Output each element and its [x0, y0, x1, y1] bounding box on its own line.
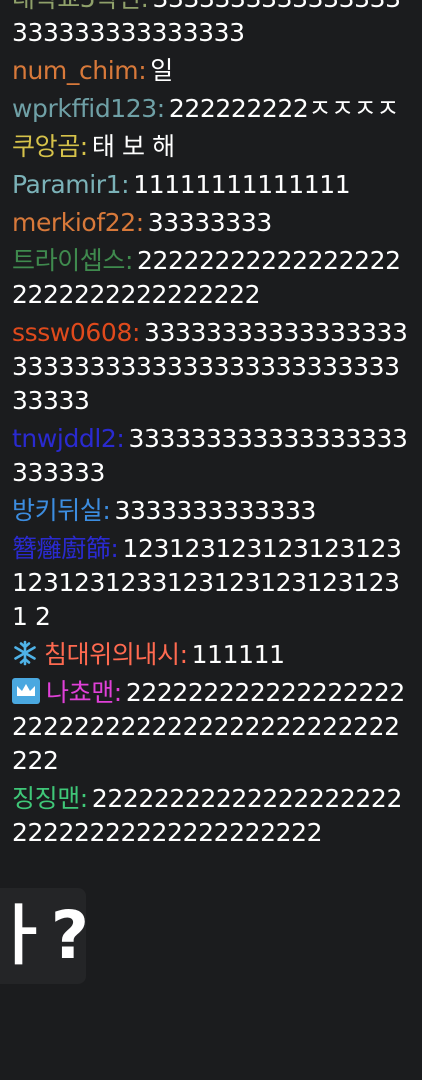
reaction-overlay: ㅏ?: [0, 888, 86, 984]
chat-username[interactable]: 簪癰廚篩:: [12, 534, 119, 563]
chat-username[interactable]: 쿠앙곰:: [12, 132, 88, 161]
chat-username[interactable]: 방키뒤실:: [12, 496, 111, 525]
chat-text: 태 보 해: [91, 132, 175, 161]
chat-message: 簪癰廚篩: 12312312312312312312312312331231231…: [12, 532, 412, 634]
chat-username[interactable]: wprkffid123:: [12, 94, 165, 123]
chat-message: num_chim: 일: [12, 54, 412, 88]
chat-username[interactable]: Paramir1:: [12, 170, 130, 199]
chat-text: 33333333: [147, 208, 272, 237]
snowflake-icon: [12, 640, 38, 666]
chat-text: 11111111111111: [133, 170, 351, 199]
chat-message: merkiof22: 33333333: [12, 206, 412, 240]
overlay-text: ㅏ?: [0, 897, 86, 974]
chat-message: tnwjddl2: 333333333333333333333333: [12, 422, 412, 490]
chat-message: 쿠앙곰: 태 보 해: [12, 130, 412, 164]
chat-username[interactable]: 나쵸맨:: [46, 678, 122, 707]
chat-username[interactable]: 트라이셉스:: [12, 246, 133, 275]
chat-username[interactable]: tnwjddl2:: [12, 424, 125, 453]
chat-username[interactable]: sssw0608:: [12, 318, 140, 347]
chat-log: 대학교5학년:3333333333333333333333333333333 n…: [12, 0, 412, 854]
chat-message: 징징맨: 222222222222222222222222222222222222…: [12, 782, 412, 850]
chat-message: 대학교5학년:3333333333333333333333333333333: [12, 0, 412, 50]
chat-username[interactable]: 대학교5학년:: [12, 0, 149, 13]
chat-username[interactable]: num_chim:: [12, 56, 147, 85]
chat-text: 222222222ㅈㅈㅈㅈ: [168, 94, 399, 123]
chat-message: Paramir1: 11111111111111: [12, 168, 412, 202]
chat-text: 111111: [191, 640, 285, 669]
chat-username[interactable]: 징징맨:: [12, 784, 88, 813]
chat-message: 나쵸맨: 222222222222222222222222222222222222…: [12, 676, 412, 778]
chat-text: 일: [150, 56, 173, 85]
chat-message: sssw0608: 3333333333333333333333333333333…: [12, 316, 412, 418]
chat-message: 방키뒤실: 3333333333333: [12, 494, 412, 528]
chat-message: 트라이셉스: 222222222222222222222222222222222: [12, 244, 412, 312]
chat-message: wprkffid123: 222222222ㅈㅈㅈㅈ: [12, 92, 412, 126]
chat-message: 침대위의내시: 111111: [12, 638, 412, 672]
chat-username[interactable]: 침대위의내시:: [44, 640, 188, 669]
crown-icon: [12, 678, 40, 704]
chat-username[interactable]: merkiof22:: [12, 208, 144, 237]
chat-text: 3333333333333: [114, 496, 317, 525]
